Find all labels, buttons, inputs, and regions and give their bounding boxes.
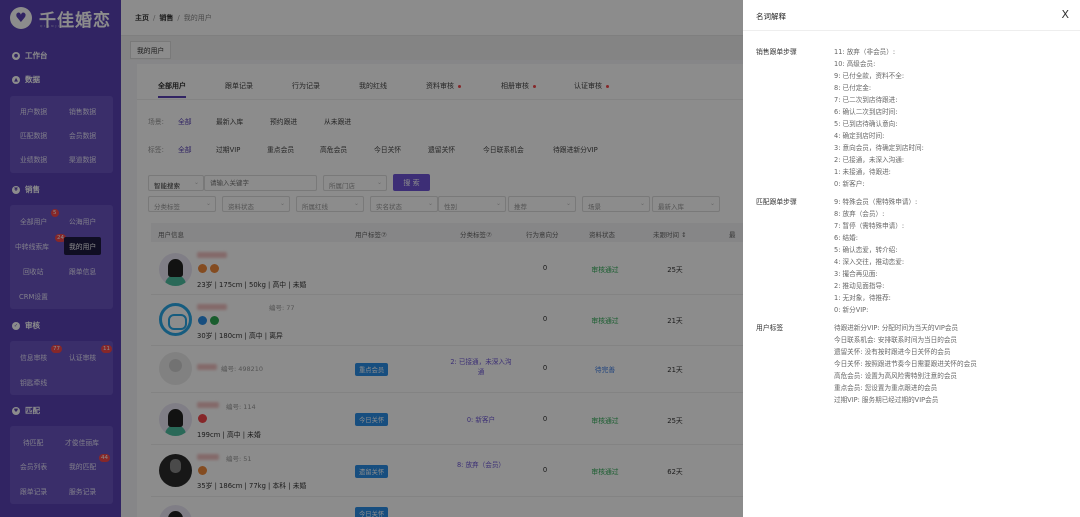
glossary-line: 高危会员: 设置为高风险需特别注意的会员 — [834, 372, 958, 380]
glossary-line: 重点会员: 您设置为重点跟进的会员 — [834, 384, 938, 392]
glossary-line: 6: 结婚: — [834, 234, 858, 242]
glossary-line: 8: 已付定金: — [834, 84, 872, 92]
glossary-line: 4: 深入交往，推动恋爱: — [834, 258, 905, 266]
glossary-line: 0: 新分VIP: — [834, 306, 869, 314]
glossary-line: 4: 确定到店时间: — [834, 132, 885, 140]
glossary-line: 6: 确认二次到店时间: — [834, 108, 898, 116]
modal-overlay[interactable] — [0, 0, 743, 517]
glossary-line: 今日联系机会: 安排联系时间为当日的会员 — [834, 336, 958, 344]
glossary-line: 0: 新客户: — [834, 180, 865, 188]
glossary-line: 1: 无对象，待推荐: — [834, 294, 891, 302]
glossary-line: 2: 已接通，未深入沟通: — [834, 156, 905, 164]
section-user-tags-label: 用户标签 — [756, 324, 784, 332]
glossary-line: 5: 确认恋爱，转介绍: — [834, 246, 898, 254]
glossary-line: 9: 特殊会员（需特殊申请）: — [834, 198, 918, 206]
glossary-drawer: 名词解释 X 销售跟单步骤 11: 放弃（非会员）: 10: 高级会员: 9: … — [743, 0, 1080, 517]
glossary-line: 8: 放弃（会员）: — [834, 210, 885, 218]
glossary-line: 2: 推动见面指导: — [834, 282, 885, 290]
glossary-line: 9: 已付全款，资料不全: — [834, 72, 905, 80]
close-icon[interactable]: X — [1061, 8, 1069, 21]
section-sales-steps-label: 销售跟单步骤 — [756, 48, 797, 56]
drawer-header: 名词解释 X — [743, 0, 1080, 31]
glossary-line: 3: 意向会员，待确定到店时间: — [834, 144, 924, 152]
glossary-line: 5: 已到店待确认意向: — [834, 120, 898, 128]
glossary-line: 7: 已二次到店待跟进: — [834, 96, 898, 104]
glossary-line: 待跟进新分VIP: 分配时间为当天的VIP会员 — [834, 324, 959, 332]
glossary-line: 7: 暂停（需特殊申请）: — [834, 222, 905, 230]
glossary-line: 1: 未接通，待跟进: — [834, 168, 891, 176]
drawer-title: 名词解释 — [756, 12, 786, 21]
glossary-line: 今日关怀: 按照跟进节奏今日需要跟进关怀的会员 — [834, 360, 977, 368]
glossary-line: 遗留关怀: 没有按时跟进今日关怀的会员 — [834, 348, 951, 356]
glossary-line: 11: 放弃（非会员）: — [834, 48, 896, 56]
section-match-steps-label: 匹配跟单步骤 — [756, 198, 797, 206]
glossary-line: 3: 撮合再见面: — [834, 270, 878, 278]
glossary-line: 过期VIP: 服务期已经过期的VIP会员 — [834, 396, 939, 404]
glossary-line: 10: 高级会员: — [834, 60, 876, 68]
